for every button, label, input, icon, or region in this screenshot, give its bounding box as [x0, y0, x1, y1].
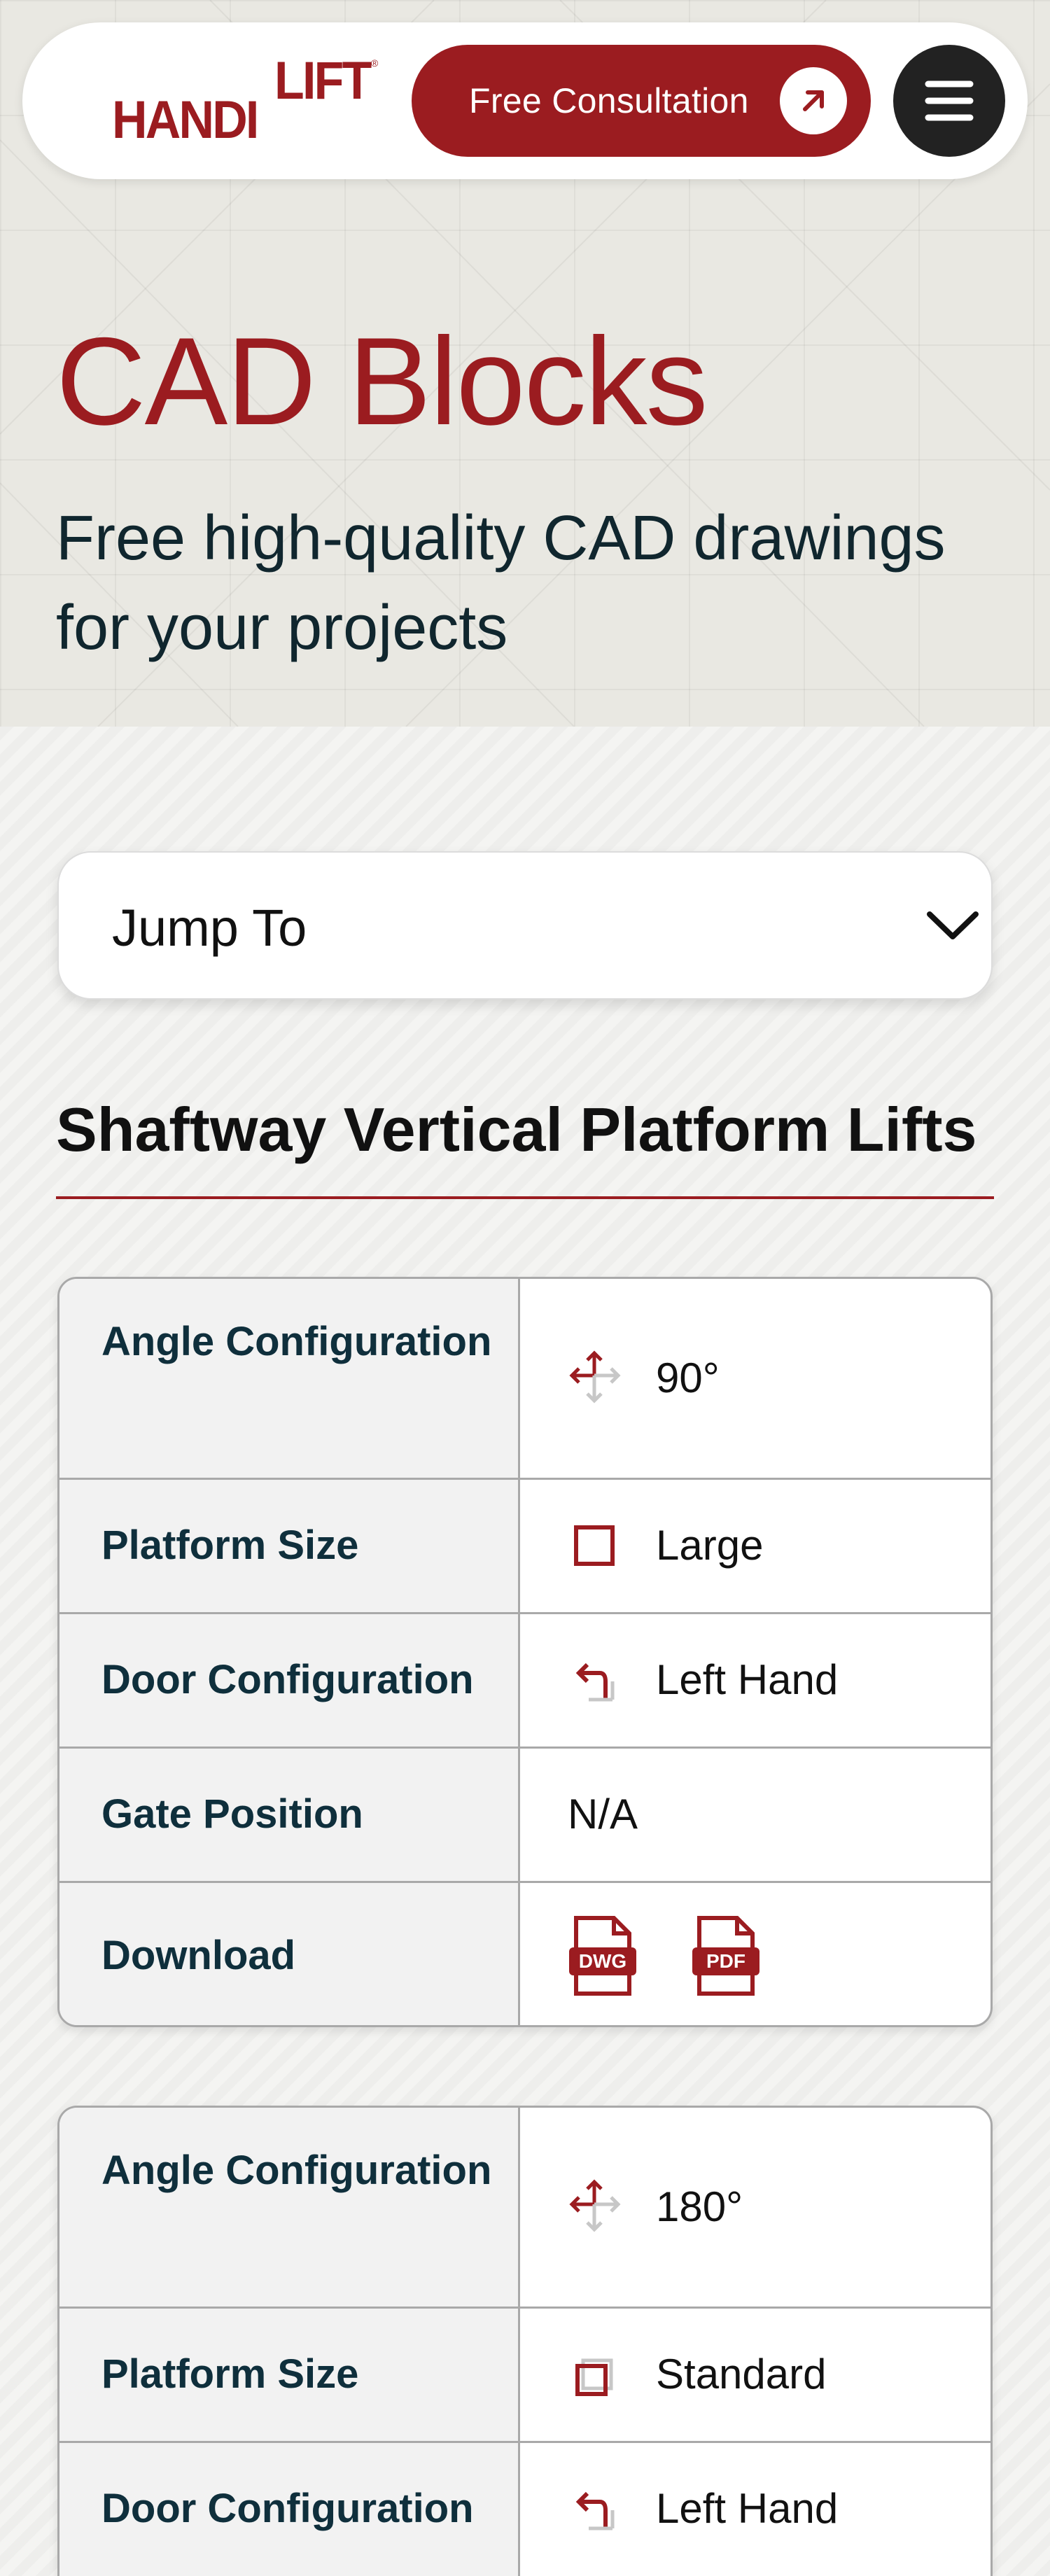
jump-to-label: Jump To — [112, 899, 307, 957]
spec-key: Angle Configuration — [102, 1319, 492, 1364]
section-title: Shaftway Vertical Platform Lifts — [56, 1095, 977, 1164]
door-left-hand-icon — [575, 2491, 615, 2530]
spec-row-door-config: Door Configuration Left Hand — [59, 1612, 990, 1746]
dwg-file-download-icon[interactable]: DWG — [568, 1914, 638, 1998]
spec-table: Angle Configuration 180° Platform Size S… — [57, 2106, 993, 2576]
square-standard-icon — [575, 2358, 613, 2396]
spec-row-door-config: Door Configuration Left Hand — [59, 2441, 990, 2576]
door-left-hand-icon — [575, 1662, 615, 1702]
page-subtitle: Free high-quality CAD drawings for your … — [56, 503, 946, 663]
spec-value: 180° — [656, 2183, 743, 2230]
page-title: CAD Blocks — [56, 312, 708, 451]
angle-arrows-icon — [569, 1350, 621, 1404]
cta-label: Free Consultation — [469, 81, 749, 120]
logo-text-lift: LIFT — [274, 51, 372, 111]
spec-row-angle: Angle Configuration 180° — [59, 2108, 990, 2306]
spec-key: Door Configuration — [102, 1657, 474, 1702]
spec-row-platform-size: Platform Size Standard — [59, 2306, 990, 2441]
pdf-label: PDF — [706, 1950, 746, 1972]
arrow-up-right-icon — [780, 67, 847, 134]
pdf-file-download-icon[interactable]: PDF — [691, 1914, 761, 1998]
spec-row-platform-size: Platform Size Large — [59, 1478, 990, 1612]
spec-value: Left Hand — [656, 2485, 839, 2532]
spec-key: Angle Configuration — [102, 2148, 492, 2193]
hamburger-menu-button[interactable] — [893, 45, 1005, 157]
spec-value: N/A — [568, 1791, 638, 1837]
angle-arrows-icon — [569, 2179, 621, 2232]
section-divider — [56, 1196, 994, 1199]
logo-text-handi: HANDI — [112, 90, 259, 150]
spec-value: Standard — [656, 2351, 827, 2398]
spec-table: Angle Configuration 90° Platform Size La… — [57, 1277, 993, 2027]
hero-section: HANDI LIFT ® Free Consultation CAD Block… — [0, 0, 1050, 727]
free-consultation-button[interactable]: Free Consultation — [412, 45, 871, 157]
spec-key: Gate Position — [102, 1791, 363, 1837]
chevron-down-icon — [927, 911, 979, 939]
square-large-icon — [574, 1525, 615, 1566]
spec-row-download: Download DWG PDF — [59, 1881, 990, 2025]
spec-value: Left Hand — [656, 1656, 839, 1703]
hamburger-menu-icon — [925, 80, 974, 121]
dwg-label: DWG — [579, 1950, 626, 1972]
logo-registered-mark: ® — [371, 57, 379, 69]
spec-row-gate-position: Gate Position N/A — [59, 1746, 990, 1881]
handilift-logo[interactable]: HANDI LIFT ® — [87, 50, 388, 148]
spec-value: Large — [656, 1522, 764, 1569]
spec-key: Platform Size — [102, 2351, 359, 2397]
spec-key: Download — [102, 1933, 296, 1978]
spec-key: Door Configuration — [102, 2486, 474, 2531]
spec-row-angle: Angle Configuration 90° — [59, 1279, 990, 1478]
jump-to-dropdown[interactable]: Jump To — [57, 851, 993, 1000]
spec-key: Platform Size — [102, 1522, 359, 1568]
spec-value: 90° — [656, 1354, 720, 1401]
